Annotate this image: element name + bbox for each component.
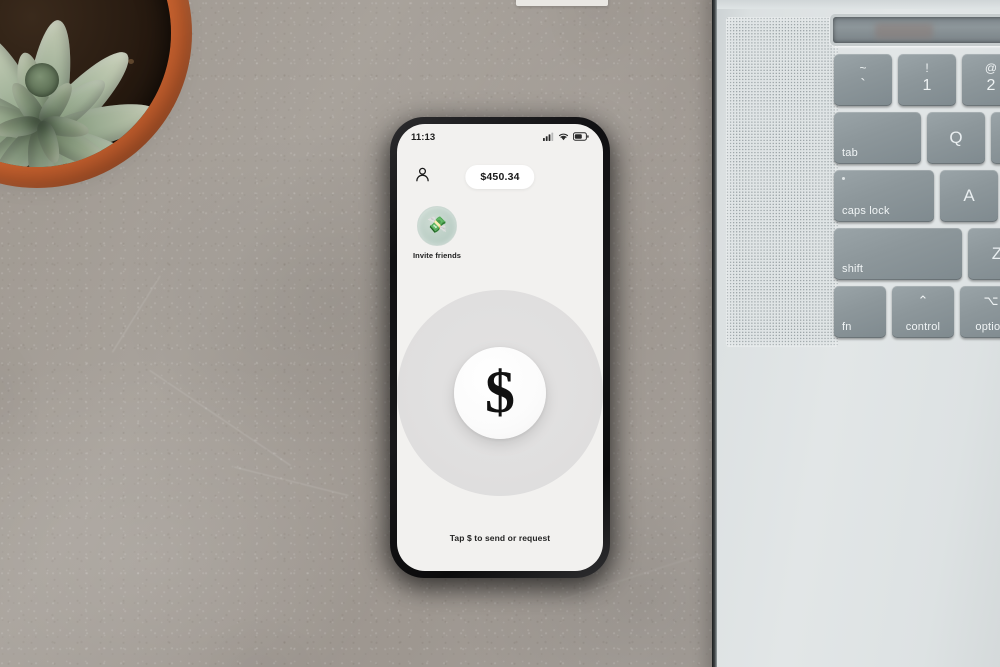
caps-lock-indicator-icon <box>842 177 845 180</box>
key-tab[interactable]: tab <box>834 112 921 164</box>
key-fn[interactable]: fn <box>834 286 886 338</box>
laptop-left-edge <box>712 0 717 667</box>
key-tilde[interactable]: ~ ` <box>834 54 892 106</box>
invite-friends-button[interactable]: 💸 Invite friends <box>411 206 463 260</box>
key-z[interactable]: Z <box>968 228 1000 280</box>
key-caps-lock-label: caps lock <box>842 205 890 217</box>
key-two-upper: @ <box>984 61 998 75</box>
key-option[interactable]: ⌥ option <box>960 286 1000 338</box>
key-a-label: A <box>963 186 975 205</box>
paper-sliver <box>516 0 608 6</box>
key-a[interactable]: A <box>940 170 998 222</box>
key-tilde-lower: ` <box>860 77 866 94</box>
succulent-rosette-core <box>25 63 59 97</box>
balance-pill[interactable]: $450.34 <box>465 165 535 189</box>
key-tilde-legends: ~ ` <box>834 61 892 96</box>
key-one-lower: 1 <box>922 77 932 94</box>
dollar-send-request-button[interactable]: $ <box>454 347 546 439</box>
action-hint-text: Tap $ to send or request <box>449 533 551 543</box>
key-two-lower: 2 <box>986 77 996 94</box>
key-shift[interactable]: shift <box>834 228 962 280</box>
wifi-icon <box>558 128 569 146</box>
contacts-row: 💸 Invite friends <box>411 206 463 260</box>
status-bar-icons <box>543 128 589 146</box>
person-icon <box>414 166 431 188</box>
key-q[interactable]: Q <box>927 112 985 164</box>
invite-friends-label: Invite friends <box>412 251 462 260</box>
key-one-upper: ! <box>925 61 929 75</box>
key-one-legends: ! 1 <box>898 61 956 96</box>
key-two-legends: @ 2 <box>962 61 1000 96</box>
key-fn-label: fn <box>842 321 852 333</box>
option-symbol-icon: ⌥ <box>983 293 999 308</box>
key-tilde-upper: ~ <box>859 61 867 75</box>
touch-bar-content-blur <box>875 23 933 39</box>
signal-bars-icon <box>543 128 554 146</box>
touch-bar[interactable] <box>830 14 1000 46</box>
key-control[interactable]: ⌃ control <box>892 286 954 338</box>
battery-icon <box>572 128 589 146</box>
avatar: 💸 <box>417 206 457 246</box>
laptop: ~ ` ! 1 @ 2 tab Q W ca <box>696 0 1000 667</box>
touch-bar-screen[interactable] <box>833 17 1000 43</box>
potted-succulent <box>0 0 192 190</box>
speaker-grille <box>726 17 838 347</box>
key-w[interactable]: W <box>991 112 1000 164</box>
key-two[interactable]: @ 2 <box>962 54 1000 106</box>
key-one[interactable]: ! 1 <box>898 54 956 106</box>
key-option-label: option <box>975 321 1000 333</box>
money-with-wings-emoji-icon: 💸 <box>427 217 447 234</box>
laptop-top-deck <box>717 0 1000 9</box>
flat-lay-scene: ~ ` ! 1 @ 2 tab Q W ca <box>0 0 1000 667</box>
key-w-label: W <box>991 128 1000 148</box>
app-header: $450.34 <box>397 162 603 192</box>
smartphone: 11:13 $450.34 💸 Invite friends $ Tap $ t… <box>390 117 610 578</box>
status-bar-clock: 11:13 <box>411 131 436 143</box>
key-tab-label: tab <box>842 147 858 159</box>
status-bar: 11:13 <box>397 128 603 146</box>
profile-button[interactable] <box>411 166 433 188</box>
key-z-label: Z <box>991 244 1000 263</box>
dollar-sign-icon: $ <box>485 359 515 425</box>
key-q-label: Q <box>949 128 963 147</box>
key-caps-lock[interactable]: caps lock <box>834 170 934 222</box>
key-control-label: control <box>905 321 941 333</box>
action-circle[interactable]: $ <box>397 290 603 496</box>
control-symbol-icon: ⌃ <box>917 293 929 308</box>
phone-screen[interactable]: 11:13 $450.34 💸 Invite friends $ Tap $ t… <box>397 124 603 571</box>
key-shift-label: shift <box>842 263 864 275</box>
